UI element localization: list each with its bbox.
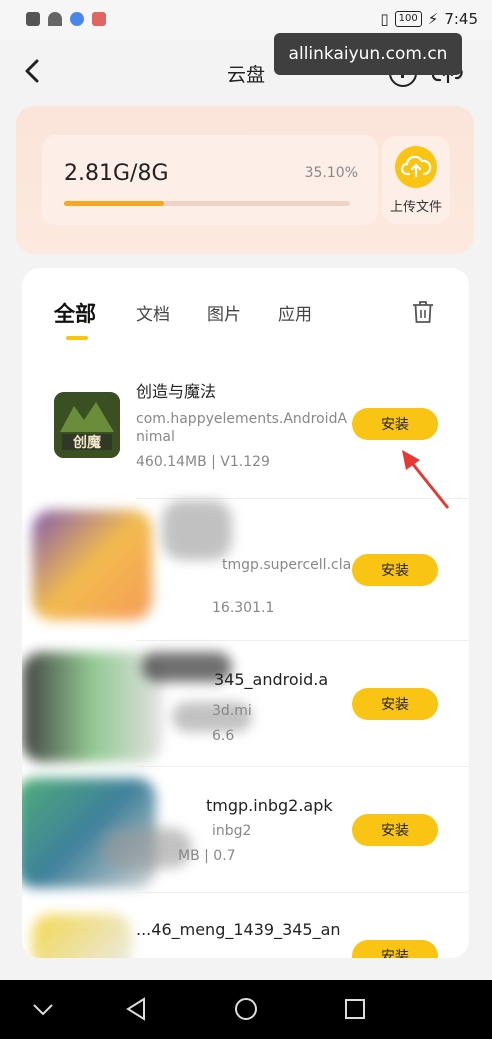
trash-icon[interactable] [412, 300, 434, 324]
app-icon: 创魔 [54, 392, 120, 458]
app-name: tmgp.inbg2.apk [206, 796, 333, 815]
app-notification-icon-2 [92, 12, 106, 26]
divider [136, 640, 469, 641]
wifi-icon [48, 12, 62, 26]
app-meta: 6.6 [212, 728, 235, 744]
upload-file-label: 上传文件 [389, 200, 442, 215]
list-item[interactable]: tmgp.supercell.cla 16.301.1 安装 [22, 500, 469, 642]
alert-icon [26, 12, 40, 26]
back-nav-icon[interactable] [122, 994, 152, 1024]
home-nav-icon[interactable] [231, 994, 261, 1024]
watermark: allinkaiyun.com.cn [274, 33, 462, 75]
tab-images[interactable]: 图片 [207, 300, 241, 325]
storage-card: 2.81G/8G 35.10% 上传文件 [16, 106, 474, 254]
recents-nav-icon[interactable] [340, 994, 370, 1024]
svg-text:创魔: 创魔 [72, 434, 102, 451]
vibrate-icon: ▯ [380, 10, 389, 28]
status-icons-left [26, 12, 106, 26]
app-name: ...46_meng_1439_345_an [136, 920, 341, 939]
install-button[interactable]: 安装 [352, 688, 438, 720]
storage-percent: 35.10% [304, 165, 358, 181]
install-button[interactable]: 安装 [352, 554, 438, 586]
app-name: 345_android.a [214, 670, 329, 689]
app-meta: MB | 0.7 [178, 848, 236, 864]
blurred-app-icon [32, 914, 132, 958]
clock: 7:45 [444, 10, 478, 28]
storage-usage-panel: 2.81G/8G 35.10% [42, 135, 378, 225]
storage-progress-fill [64, 201, 165, 206]
navigation-bar [0, 980, 492, 1039]
category-tabs: 全部 文档 图片 应用 [22, 298, 469, 348]
install-button[interactable]: 安装 [352, 940, 438, 958]
tab-apps[interactable]: 应用 [278, 300, 312, 325]
list-item[interactable]: 345_android.a 3d.mi 6.6 安装 [22, 652, 469, 784]
tab-all[interactable]: 全部 [54, 298, 96, 328]
list-item[interactable]: ...46_meng_1439_345_an 安装 [22, 904, 469, 958]
upload-file-button[interactable]: 上传文件 [382, 136, 450, 224]
charging-icon: ⚡ [427, 10, 439, 28]
file-list-card: 全部 文档 图片 应用 创魔 创造与魔法 com.happyelements.A… [22, 268, 469, 958]
annotation-arrow [402, 450, 450, 509]
storage-usage: 2.81G/8G [64, 161, 169, 186]
status-icons-right: ▯ 100 ⚡ 7:45 [380, 10, 478, 28]
app-name: 创造与魔法 [136, 382, 217, 401]
upload-icon [395, 146, 437, 188]
app-meta: 16.301.1 [212, 600, 275, 616]
tab-documents[interactable]: 文档 [136, 300, 170, 325]
blurred-app-icon [32, 510, 152, 620]
hide-nav-icon[interactable] [28, 994, 58, 1024]
app-meta: 460.14MB | V1.129 [136, 454, 270, 470]
app-notification-icon [70, 12, 84, 26]
divider [136, 892, 469, 893]
app-package: com.happyelements.AndroidAnimal [136, 411, 348, 445]
blurred-overlay [162, 500, 232, 560]
blurred-app-icon [22, 652, 162, 762]
install-button[interactable]: 安装 [352, 814, 438, 846]
active-tab-indicator [66, 336, 88, 340]
battery-level: 100 [394, 11, 422, 27]
list-item[interactable]: tmgp.inbg2.apk inbg2 MB | 0.7 安装 [22, 778, 469, 910]
storage-progress-bar [64, 201, 350, 206]
install-button[interactable]: 安装 [352, 408, 438, 440]
divider [136, 766, 469, 767]
